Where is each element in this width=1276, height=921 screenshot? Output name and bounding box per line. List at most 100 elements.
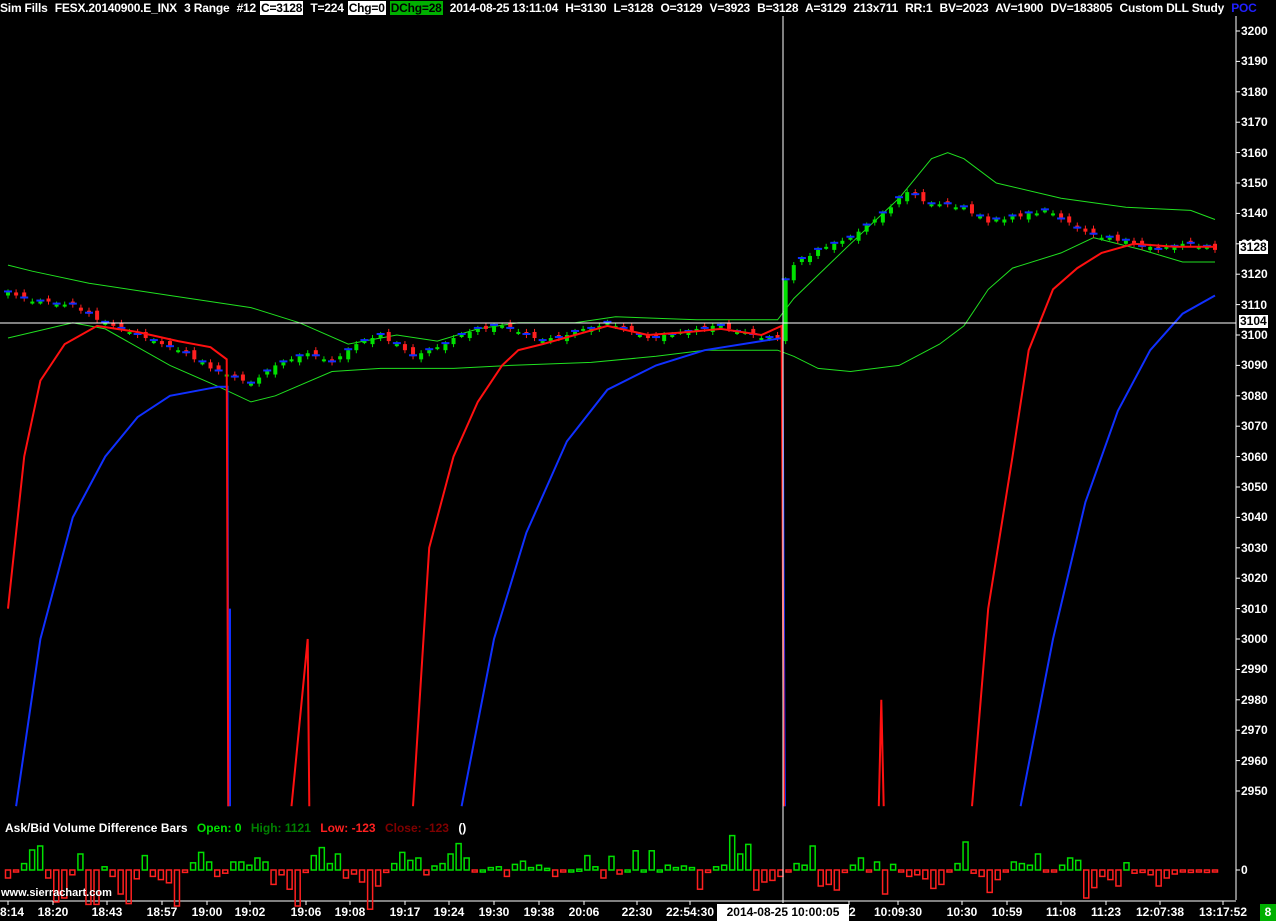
candle-body <box>78 307 83 311</box>
blue-study-line <box>1019 294 1216 807</box>
volume-diff-bar <box>1187 869 1195 874</box>
candle-body <box>46 298 51 302</box>
volume-diff-bar <box>181 869 189 874</box>
volume-diff-bar <box>1123 862 1130 871</box>
volume-diff-bar <box>20 862 28 871</box>
volume-diff-bar <box>1099 869 1106 878</box>
volume-diff-bar <box>205 861 213 871</box>
time-axis-label: 10:09:30 <box>873 905 923 919</box>
candle-body <box>394 344 399 347</box>
header-bid-volume: BV=2023 <box>939 1 989 15</box>
volume-diff-bar <box>455 842 462 871</box>
candle-body <box>824 246 829 249</box>
chart-header: Sim Fills FESX.20140900.E_INX 3 Range #1… <box>0 0 1261 16</box>
candle-body <box>321 359 326 362</box>
subgraph-title: Ask/Bid Volume Difference Bars <box>5 821 188 835</box>
candle-body <box>200 362 205 365</box>
price-axis-label: 3150 <box>1241 176 1268 190</box>
watermark: www.sierrachart.com <box>1 887 112 899</box>
volume-diff-bar <box>77 853 84 871</box>
volume-diff-bar <box>1107 869 1114 881</box>
volume-diff-bar <box>664 864 672 871</box>
volume-diff-bar <box>962 841 969 871</box>
candle-body <box>419 353 424 360</box>
status-badge[interactable]: 8 <box>1260 904 1276 921</box>
volume-diff-bar <box>1050 869 1058 873</box>
price-axis-label: 3060 <box>1241 449 1268 464</box>
volume-diff-bar <box>487 866 495 871</box>
blue-study-line <box>15 385 230 807</box>
volume-diff-bar <box>745 843 752 871</box>
candle-body <box>1148 246 1153 250</box>
candle-body <box>929 204 934 207</box>
candle-body <box>362 341 367 344</box>
volume-diff-bar <box>511 863 519 871</box>
candle-body <box>897 198 902 205</box>
candle-body <box>581 328 586 331</box>
volume-diff-bar <box>423 869 430 876</box>
volume-diff-bar <box>576 868 583 872</box>
volume-diff-bar <box>1083 869 1090 899</box>
subgraph-extra: () <box>458 821 467 835</box>
candle-body <box>840 240 845 244</box>
volume-diff-bar <box>551 869 559 878</box>
time-axis-label: 11:23 <box>1090 905 1122 919</box>
price-axis-label: 3040 <box>1241 510 1268 525</box>
volume-diff-bar <box>1147 869 1154 876</box>
volume-diff-bar <box>1171 869 1179 875</box>
candle-body <box>978 216 983 219</box>
candle-body <box>807 255 812 263</box>
volume-diff-bar <box>125 869 132 905</box>
price-axis-label: 3030 <box>1241 540 1268 555</box>
volume-diff-bar <box>1074 859 1082 871</box>
volume-diff-bar <box>1139 869 1146 874</box>
volume-diff-bar <box>881 869 889 895</box>
volume-diff-bar <box>1211 869 1219 873</box>
candle-body <box>726 322 731 329</box>
candle-body <box>297 356 302 363</box>
candle-body <box>265 371 270 375</box>
price-axis-label: 3000 <box>1241 632 1268 646</box>
volume-diff-bar <box>728 834 736 871</box>
volume-diff-bar <box>254 857 261 871</box>
candles <box>4 189 1217 387</box>
volume-diff-bar <box>736 853 744 871</box>
price-axis-label: 3020 <box>1241 571 1268 586</box>
candle-body <box>1067 216 1072 223</box>
header-ask-volume: AV=1900 <box>995 1 1044 15</box>
header-ticks: T=224 <box>310 1 344 15</box>
candle-body <box>961 207 966 210</box>
price-chart[interactable] <box>0 0 1276 921</box>
volume-diff-bar <box>680 865 688 871</box>
price-axis-label: 3160 <box>1241 145 1268 160</box>
time-axis-label: 19:17 <box>389 905 421 919</box>
volume-diff-bar <box>833 869 841 891</box>
volume-diff-bar <box>1131 869 1138 874</box>
candle-body <box>159 341 164 345</box>
crosshair-price-label: 3104 <box>1239 314 1268 328</box>
candle-body <box>127 331 132 334</box>
header-title: Sim Fills <box>0 1 48 15</box>
time-axis-label: 22:30 <box>621 905 653 919</box>
volume-diff-bar <box>930 869 937 890</box>
volume-diff-bar <box>133 869 140 880</box>
header-bar-type: 3 Range <box>184 1 230 15</box>
volume-diff-bar <box>922 869 929 880</box>
upper-band-line <box>7 152 1216 345</box>
volume-diff-bar <box>559 869 567 873</box>
volume-diff-bar <box>632 850 639 871</box>
volume-diff-bar <box>157 869 165 881</box>
volume-diff-bar <box>101 866 108 871</box>
time-axis-label: 13:17:52 <box>1198 905 1248 919</box>
volume-diff-bar <box>785 869 792 873</box>
candle-body <box>443 344 448 351</box>
red-study-line <box>877 699 885 807</box>
volume-diff-bar <box>278 869 285 876</box>
volume-diff-bar <box>302 869 309 874</box>
bollinger-bands <box>7 152 1216 403</box>
volume-diff-bar <box>286 869 293 890</box>
volume-diff-bar <box>905 869 913 878</box>
volume-diff-bar <box>1034 853 1042 871</box>
candle-body <box>257 377 262 384</box>
time-axis-label: 19:24 <box>433 905 465 919</box>
